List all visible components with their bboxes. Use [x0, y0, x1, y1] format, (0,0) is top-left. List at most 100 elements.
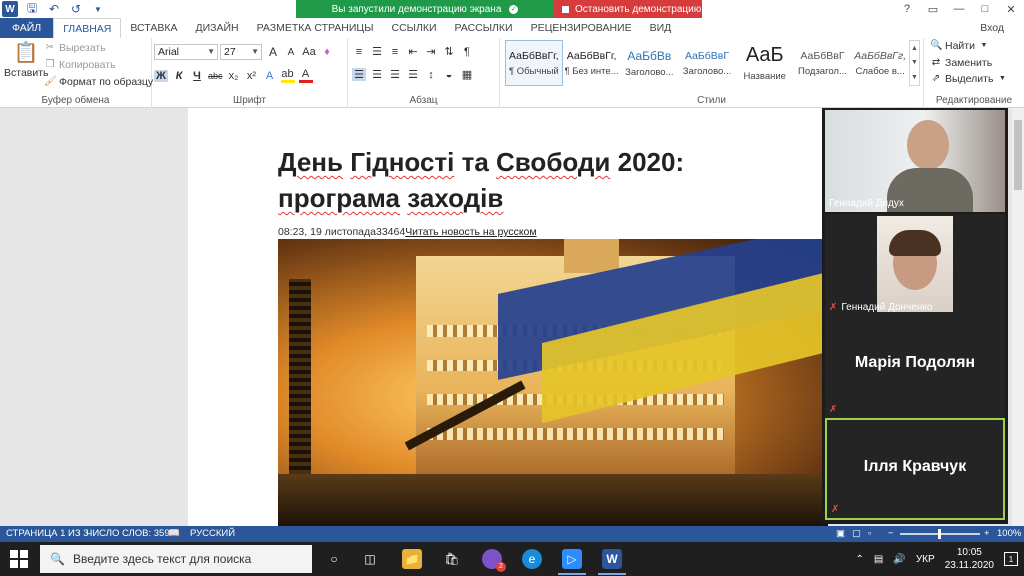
- shrink-font-icon[interactable]: A: [284, 47, 298, 58]
- tab-references[interactable]: ССЫЛКИ: [382, 18, 445, 38]
- page-count[interactable]: СТРАНИЦА 1 ИЗ 3: [6, 528, 89, 539]
- language[interactable]: РУССКИЙ: [190, 528, 235, 539]
- word-count[interactable]: ЧИСЛО СЛОВ: 359: [86, 528, 170, 539]
- scrollbar-thumb[interactable]: [1014, 120, 1022, 190]
- style-heading-2[interactable]: АаБбВвГ Заголово...: [678, 40, 736, 86]
- stop-share-button[interactable]: Остановить демонстрацию: [554, 0, 702, 18]
- select-button[interactable]: ⇗ Выделить ▼: [930, 73, 1008, 85]
- article-photo[interactable]: [278, 239, 828, 526]
- network-icon[interactable]: ▤: [874, 554, 883, 565]
- bullets-icon[interactable]: ≡: [352, 46, 366, 58]
- tab-mailings[interactable]: РАССЫЛКИ: [446, 18, 522, 38]
- customize-icon[interactable]: ▼: [90, 1, 106, 17]
- vertical-scrollbar[interactable]: [1012, 108, 1024, 526]
- save-icon[interactable]: 🖫: [24, 1, 40, 17]
- keyboard-language[interactable]: УКР: [916, 554, 935, 565]
- tab-file[interactable]: ФАЙЛ: [0, 18, 54, 38]
- styles-scroll[interactable]: ▲ ▼ ▼: [909, 40, 920, 86]
- sort-icon[interactable]: ⇅: [442, 45, 456, 58]
- paste-button[interactable]: 📋 Вставить: [4, 40, 49, 79]
- viber-icon[interactable]: 2: [482, 549, 506, 572]
- more-icon[interactable]: ▼: [911, 74, 918, 81]
- justify-icon[interactable]: ☰: [406, 68, 420, 81]
- tab-layout[interactable]: РАЗМЕТКА СТРАНИЦЫ: [248, 18, 383, 38]
- tab-review[interactable]: РЕЦЕНЗИРОВАНИЕ: [522, 18, 641, 38]
- web-layout-icon[interactable]: ▫: [868, 528, 871, 539]
- change-case-icon[interactable]: Aa: [302, 46, 316, 58]
- zoom-out-icon[interactable]: −: [888, 528, 894, 539]
- decrease-indent-icon[interactable]: ⇤: [406, 45, 420, 58]
- style-heading-1[interactable]: АаБбВв Заголово...: [620, 40, 678, 86]
- increase-indent-icon[interactable]: ⇥: [424, 45, 438, 58]
- italic-icon[interactable]: К: [172, 70, 186, 82]
- help-icon[interactable]: ?: [894, 0, 920, 18]
- close-icon[interactable]: ✕: [998, 0, 1024, 18]
- edge-icon[interactable]: e: [522, 549, 542, 569]
- format-painter-button[interactable]: 🖌 Формат по образцу: [44, 76, 153, 88]
- word-icon[interactable]: W: [602, 549, 622, 569]
- explorer-icon[interactable]: 📁: [402, 549, 422, 569]
- ribbon-display-icon[interactable]: ▭: [920, 0, 946, 18]
- notification-icon[interactable]: 1: [1004, 552, 1018, 566]
- clear-format-icon[interactable]: ♦: [320, 46, 334, 58]
- cortana-icon[interactable]: ○: [324, 549, 344, 569]
- tab-design[interactable]: ДИЗАЙН: [186, 18, 247, 38]
- style-normal[interactable]: АаБбВвГг, ¶ Обычный: [505, 40, 563, 86]
- taskbar-search[interactable]: 🔍 Введите здесь текст для поиска: [40, 545, 312, 573]
- zoom-in-icon[interactable]: +: [984, 528, 990, 539]
- multilevel-list-icon[interactable]: ≡: [388, 46, 402, 58]
- underline-icon[interactable]: Ч: [190, 70, 204, 82]
- cut-button[interactable]: ✂ Вырезать: [44, 42, 106, 54]
- copy-button[interactable]: ❐ Копировать: [44, 59, 116, 71]
- align-right-icon[interactable]: ☰: [388, 68, 402, 81]
- print-layout-icon[interactable]: ▢: [852, 528, 861, 539]
- maximize-icon[interactable]: □: [972, 0, 998, 18]
- redo-icon[interactable]: ↺: [68, 1, 84, 17]
- start-button[interactable]: [10, 550, 28, 568]
- font-name-select[interactable]: Arial ▼: [154, 44, 218, 60]
- article-link[interactable]: Читать новость на русском: [405, 226, 536, 238]
- volume-icon[interactable]: 🔊: [893, 554, 905, 565]
- strike-icon[interactable]: abc: [208, 71, 223, 81]
- align-left-icon[interactable]: ☰: [352, 68, 366, 81]
- video-tile[interactable]: ✗ Геннадий Донченко: [825, 214, 1005, 316]
- line-spacing-icon[interactable]: ↕: [424, 69, 438, 81]
- bold-icon[interactable]: Ж: [154, 69, 168, 82]
- minimize-icon[interactable]: —: [946, 0, 972, 18]
- align-center-icon[interactable]: ☰: [370, 68, 384, 81]
- video-tile[interactable]: Марія Подолян ✗: [825, 316, 1005, 418]
- zoom-slider-knob[interactable]: [938, 529, 941, 539]
- style-subtle-emphasis[interactable]: АаБбВвГг, Слабое в...: [851, 40, 909, 86]
- highlight-icon[interactable]: ab: [280, 68, 295, 83]
- chevron-down-icon[interactable]: ▼: [911, 59, 918, 66]
- font-color-icon[interactable]: A: [298, 68, 313, 83]
- taskview-icon[interactable]: ◫: [360, 549, 380, 569]
- borders-icon[interactable]: ▦: [460, 68, 474, 81]
- sign-in-link[interactable]: Вход: [980, 22, 1004, 34]
- read-mode-icon[interactable]: ▣: [836, 528, 845, 539]
- grow-font-icon[interactable]: A: [266, 45, 280, 59]
- tab-view[interactable]: ВИД: [641, 18, 681, 38]
- shading-icon[interactable]: ◒: [442, 69, 456, 81]
- word-app-icon[interactable]: W: [2, 1, 18, 17]
- style-no-spacing[interactable]: АаБбВвГг, ¶ Без инте...: [563, 40, 621, 86]
- replace-button[interactable]: ⇄ Заменить: [930, 57, 992, 69]
- tab-insert[interactable]: ВСТАВКА: [121, 18, 186, 38]
- proofing-icon[interactable]: 📖: [168, 528, 180, 539]
- font-size-select[interactable]: 27 ▼: [220, 44, 262, 60]
- superscript-icon[interactable]: x²: [245, 70, 259, 82]
- clock[interactable]: 10:05 23.11.2020: [945, 546, 994, 572]
- find-button[interactable]: 🔍 Найти ▼: [930, 40, 990, 52]
- video-tile-active[interactable]: Ілля Кравчук ✗: [825, 418, 1005, 520]
- chevron-up-icon[interactable]: ⌃: [856, 554, 864, 565]
- pilcrow-icon[interactable]: ¶: [460, 46, 474, 58]
- subscript-icon[interactable]: x₂: [227, 70, 241, 82]
- document-title[interactable]: День Гідності та Свободи 2020: програма …: [278, 144, 798, 216]
- zoom-level[interactable]: 100%: [997, 528, 1021, 539]
- video-tile[interactable]: Геннадий Дидух: [825, 110, 1005, 212]
- chevron-up-icon[interactable]: ▲: [911, 45, 918, 52]
- undo-icon[interactable]: ↶: [46, 1, 62, 17]
- document-page[interactable]: День Гідності та Свободи 2020: програма …: [188, 108, 828, 526]
- numbering-icon[interactable]: ☰: [370, 45, 384, 58]
- tab-home[interactable]: ГЛАВНАЯ: [53, 18, 122, 38]
